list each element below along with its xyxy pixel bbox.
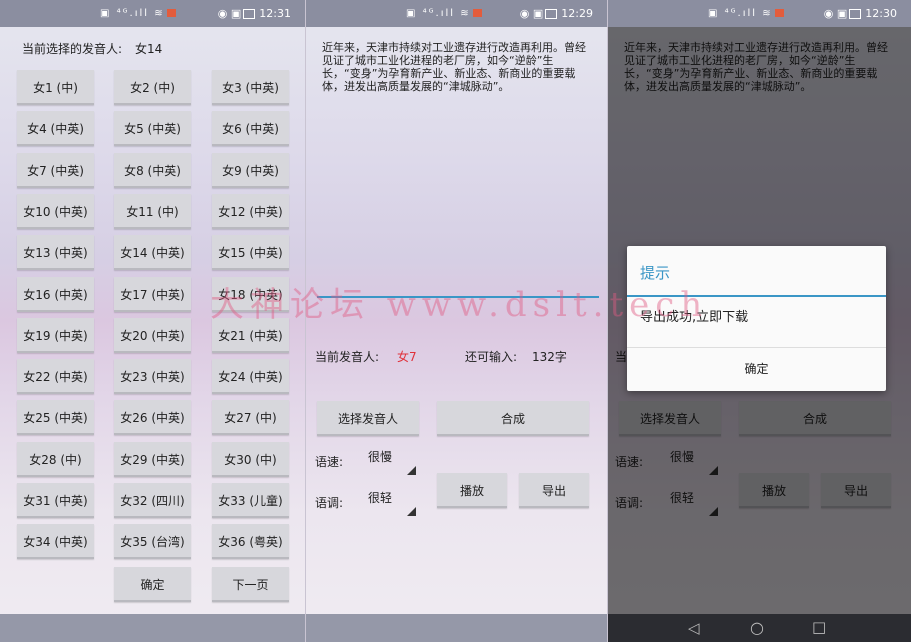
speed-spinner[interactable]: 很慢 <box>368 449 416 479</box>
pitch-value: 很轻 <box>368 491 393 505</box>
battery-icon <box>545 9 558 19</box>
voice-button[interactable]: 女11 (中) <box>114 194 191 229</box>
remaining-label: 还可输入: <box>465 350 518 364</box>
voice-button[interactable]: 女26 (中英) <box>114 400 191 435</box>
status-bar: ▣ ⁴ᴳ.ıll ≋ ◉ ▣ 12:29 <box>306 0 607 27</box>
voice-button[interactable]: 女14 (中英) <box>114 235 191 270</box>
status-bar: ▣ ⁴ᴳ.ıll ≋ ◉ ▣ 12:30 <box>608 0 911 27</box>
voice-button[interactable]: 女34 (中英) <box>17 524 94 559</box>
voice-button[interactable]: 女16 (中英) <box>17 277 94 312</box>
status-right: ◉ ▣ 12:30 <box>823 7 897 20</box>
voice-button[interactable]: 女25 (中英) <box>17 400 94 435</box>
voice-button[interactable]: 女13 (中英) <box>17 235 94 270</box>
voice-button[interactable]: 女3 (中英) <box>212 70 289 105</box>
voice-button[interactable]: 女23 (中英) <box>114 359 191 394</box>
synthesize-button[interactable]: 合成 <box>437 401 589 436</box>
voice-button[interactable]: 女1 (中) <box>17 70 94 105</box>
status-right: ◉ ▣ 12:29 <box>519 7 593 20</box>
notification-icon <box>166 9 176 17</box>
voice-button[interactable]: 女32 (四川) <box>114 483 191 518</box>
battery-icon <box>243 9 256 19</box>
back-icon[interactable]: ◁ <box>688 619 700 637</box>
recent-apps-icon[interactable]: □ <box>812 618 826 636</box>
voice-button[interactable]: 女15 (中英) <box>212 235 289 270</box>
voice-button[interactable]: 女24 (中英) <box>212 359 289 394</box>
voice-button[interactable]: 女8 (中英) <box>114 153 191 188</box>
current-speaker-label: 当前选择的发音人: <box>22 42 123 56</box>
clock: 12:30 <box>865 7 897 20</box>
home-icon[interactable]: ○ <box>750 618 764 637</box>
current-speaker-value: 女14 <box>135 42 163 56</box>
voice-button[interactable]: 女28 (中) <box>17 442 94 477</box>
voice-button[interactable]: 女27 (中) <box>212 400 289 435</box>
voice-button[interactable]: 女4 (中英) <box>17 111 94 146</box>
voice-button[interactable]: 女2 (中) <box>114 70 191 105</box>
nav-bar <box>306 614 607 642</box>
battery-icon <box>849 9 862 19</box>
dropdown-icon <box>407 466 416 475</box>
voice-button[interactable]: 女10 (中英) <box>17 194 94 229</box>
signal-icons: ▣ ⁴ᴳ.ıll ≋ <box>100 8 176 19</box>
pitch-spinner[interactable]: 很轻 <box>368 490 416 520</box>
voice-button[interactable]: 女33 (儿童) <box>212 483 289 518</box>
remaining-value: 132字 <box>532 350 567 364</box>
speed-value: 很慢 <box>368 450 393 464</box>
select-speaker-button[interactable]: 选择发音人 <box>317 401 419 436</box>
nav-bar: ◁ ○ □ <box>608 614 911 642</box>
dialog-ok-button[interactable]: 确定 <box>627 348 886 391</box>
clock: 12:29 <box>561 7 593 20</box>
next-page-button[interactable]: 下一页 <box>212 567 289 602</box>
voice-button[interactable]: 女31 (中英) <box>17 483 94 518</box>
voice-button[interactable]: 女7 (中英) <box>17 153 94 188</box>
voice-button[interactable]: 女9 (中英) <box>212 153 289 188</box>
status-bar: ▣ ⁴ᴳ.ıll ≋ ◉ ▣ 12:31 <box>0 0 305 27</box>
nav-bar <box>0 614 305 642</box>
voice-button[interactable]: 女22 (中英) <box>17 359 94 394</box>
notification-icon <box>472 9 482 17</box>
speed-label: 语速: <box>315 455 344 469</box>
voice-button[interactable]: 女17 (中英) <box>114 277 191 312</box>
play-button[interactable]: 播放 <box>437 473 507 508</box>
notification-icon <box>774 9 784 17</box>
pitch-label: 语调: <box>315 496 344 510</box>
text-input[interactable]: 近年来，天津市持续对工业遗存进行改造再利用。曾经见证了城市工业化进程的老厂房，如… <box>322 41 592 93</box>
dropdown-icon <box>407 507 416 516</box>
voice-button[interactable]: 女5 (中英) <box>114 111 191 146</box>
voice-button[interactable]: 女19 (中英) <box>17 318 94 353</box>
voice-button[interactable]: 女36 (粤英) <box>212 524 289 559</box>
status-right: ◉ ▣ 12:31 <box>217 7 291 20</box>
voice-button[interactable]: 女35 (台湾) <box>114 524 191 559</box>
speaker-value: 女7 <box>397 350 417 364</box>
voice-button[interactable]: 女30 (中) <box>212 442 289 477</box>
voice-button[interactable]: 女12 (中英) <box>212 194 289 229</box>
speaker-label: 当前发音人: <box>315 350 380 364</box>
export-button[interactable]: 导出 <box>519 473 589 508</box>
voice-button[interactable]: 女20 (中英) <box>114 318 191 353</box>
voice-button[interactable]: 女6 (中英) <box>212 111 289 146</box>
signal-icons: ▣ ⁴ᴳ.ıll ≋ <box>708 8 784 19</box>
confirm-button[interactable]: 确定 <box>114 567 191 602</box>
voice-button[interactable]: 女29 (中英) <box>114 442 191 477</box>
signal-icons: ▣ ⁴ᴳ.ıll ≋ <box>406 8 482 19</box>
watermark: 大神论坛 www.dslt.tech <box>210 285 709 325</box>
clock: 12:31 <box>259 7 291 20</box>
